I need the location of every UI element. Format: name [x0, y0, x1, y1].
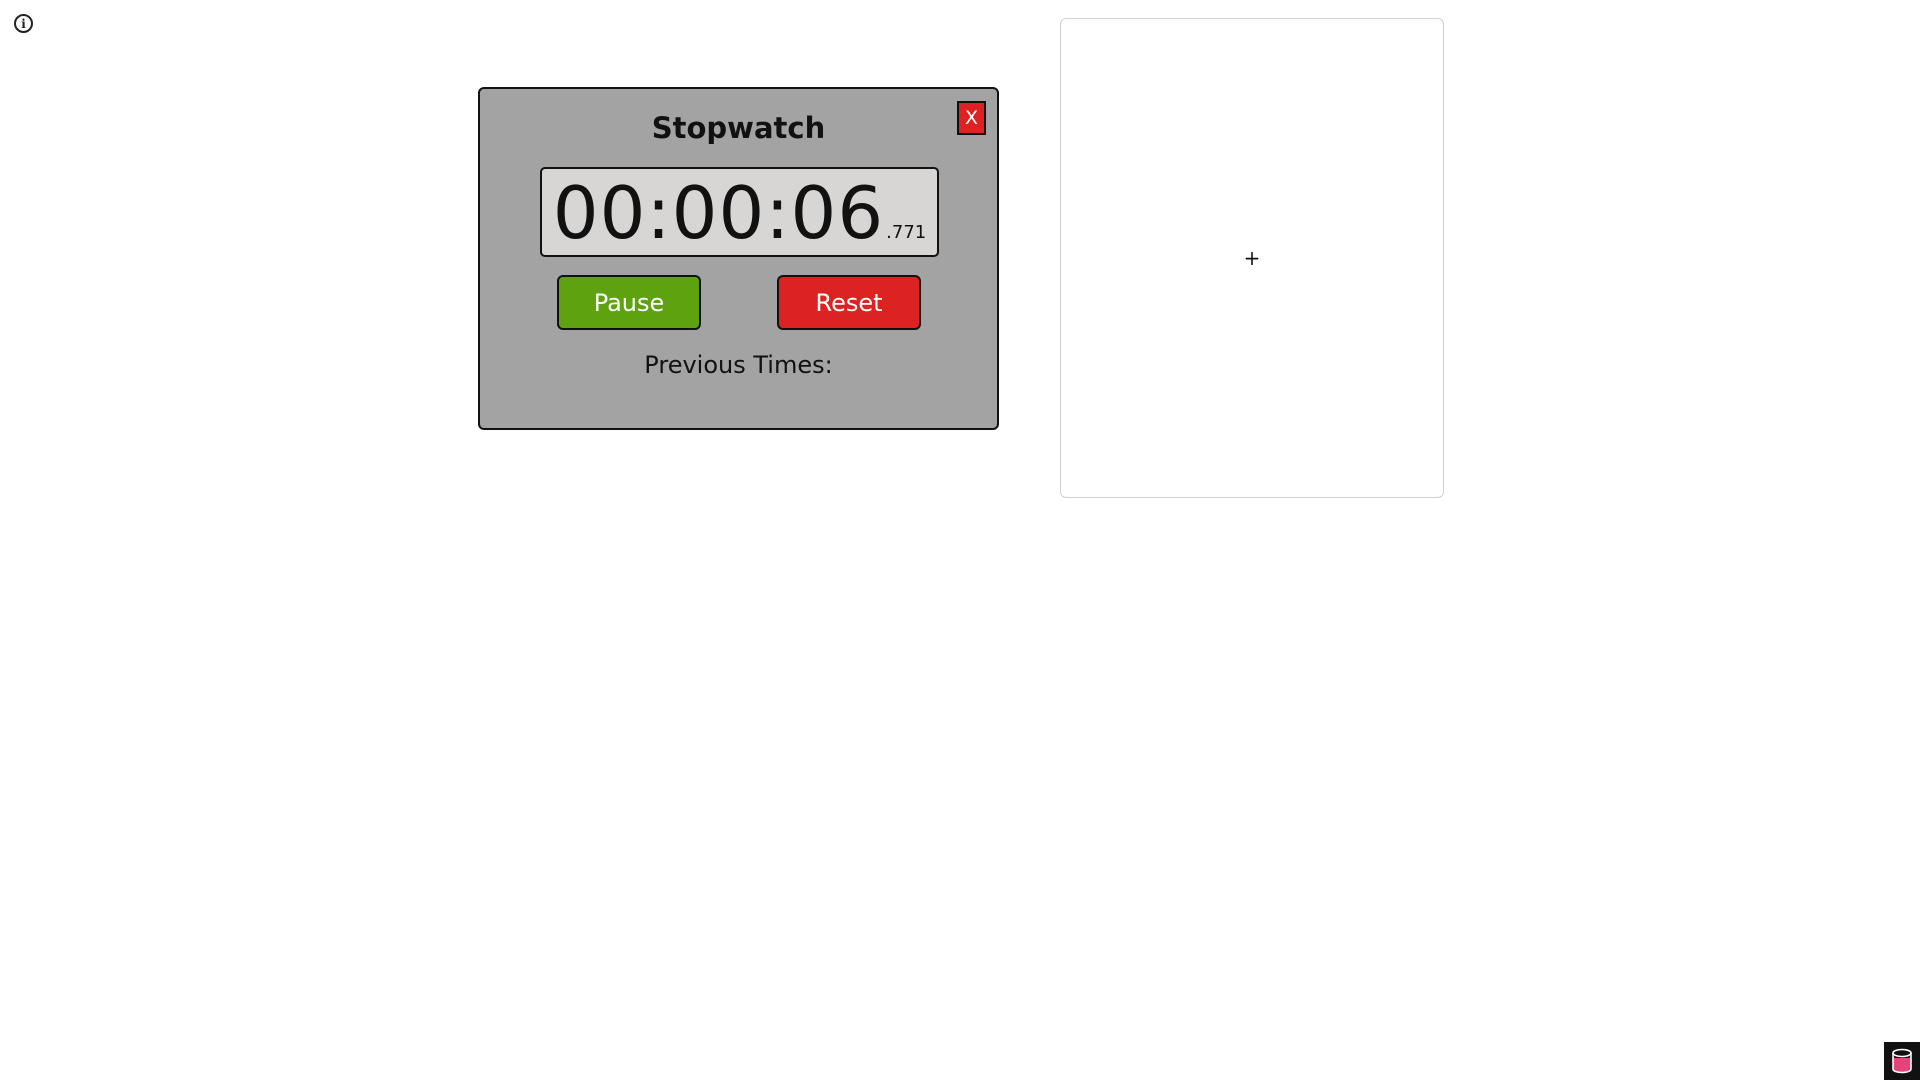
reset-button[interactable]: Reset	[777, 275, 921, 330]
previous-times-label: Previous Times:	[644, 351, 833, 379]
plus-icon: +	[1243, 246, 1261, 270]
info-icon-glyph: i	[21, 16, 26, 31]
close-button[interactable]: X	[957, 101, 986, 135]
database-stack-icon	[1892, 1048, 1912, 1074]
time-milliseconds: .771	[886, 222, 927, 243]
app-logo[interactable]	[1884, 1042, 1920, 1080]
stopwatch-title: Stopwatch	[651, 111, 826, 145]
time-main: 00:00:06	[552, 171, 885, 255]
stopwatch-widget: Stopwatch X 00:00:06 .771 Pause Reset Pr…	[478, 87, 999, 430]
add-widget-card[interactable]: +	[1060, 18, 1444, 498]
info-icon[interactable]: i	[14, 14, 33, 33]
time-display: 00:00:06 .771	[540, 167, 939, 257]
pause-button[interactable]: Pause	[557, 275, 701, 330]
